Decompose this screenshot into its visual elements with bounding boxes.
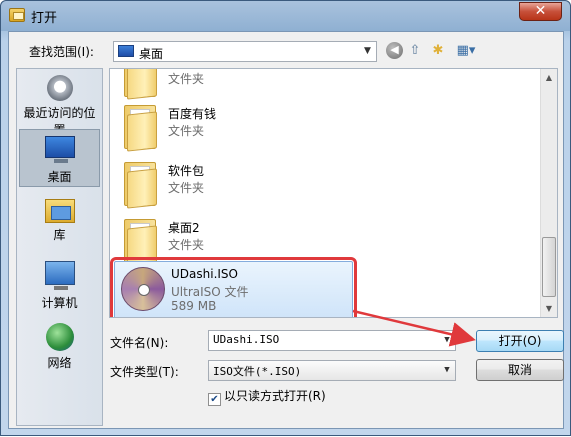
filetype-select[interactable]: ISO文件(*.ISO) ▼ <box>208 360 456 381</box>
filename-label: 文件名(N): <box>110 336 169 350</box>
list-item[interactable]: 文件夹 <box>118 69 354 100</box>
recent-places-icon <box>46 75 73 101</box>
places-bar: 最近访问的位置 桌面 库 计算机 网络 <box>16 68 103 426</box>
file-type: 文件夹 <box>168 181 205 195</box>
filename-field[interactable]: UDashi.ISO ▼ <box>208 330 456 351</box>
place-label: 库 <box>53 228 66 242</box>
title-bar[interactable]: 打开 ✕ <box>1 1 570 31</box>
scroll-thumb[interactable] <box>542 237 556 297</box>
view-menu-icon[interactable]: ▦▾ <box>452 42 480 60</box>
place-label: 计算机 <box>41 296 78 310</box>
dialog-body: 查找范围(I): 桌面 ▼ ◀ ⇧ ✱ ▦▾ 最近访问的位置 桌面 库 <box>8 31 564 429</box>
file-type: UltraISO 文件 <box>171 285 249 299</box>
list-item[interactable]: 软件包 文件夹 <box>118 156 354 209</box>
network-icon <box>45 323 74 351</box>
vertical-scrollbar[interactable]: ▲ ▼ <box>540 69 557 317</box>
place-label: 网络 <box>47 356 72 370</box>
lookin-label: 查找范围(I): <box>29 45 94 59</box>
readonly-checkbox-row[interactable]: ✔ 以只读方式打开(R) <box>208 387 326 406</box>
file-list[interactable]: 文件夹 百度有钱 文件夹 软件包 文件夹 桌面2 文件夹 UDashi.ISO … <box>109 68 558 318</box>
place-label: 桌面 <box>47 170 72 184</box>
up-folder-icon[interactable]: ⇧ <box>406 42 424 60</box>
folder-icon <box>118 69 164 100</box>
selected-list-item[interactable]: UDashi.ISO UltraISO 文件 589 MB <box>110 257 357 317</box>
open-button[interactable]: 打开(O) <box>476 330 564 352</box>
list-item[interactable]: 百度有钱 文件夹 <box>118 99 354 152</box>
folder-icon <box>118 213 164 266</box>
readonly-checkbox[interactable]: ✔ <box>208 393 221 406</box>
dialog-title: 打开 <box>31 11 58 26</box>
filetype-label: 文件类型(T): <box>110 365 179 379</box>
back-icon[interactable]: ◀ <box>386 42 403 59</box>
filetype-value: ISO文件(*.ISO) <box>213 365 302 378</box>
cancel-button[interactable]: 取消 <box>476 359 564 381</box>
file-type: 文件夹 <box>168 238 205 252</box>
folder-icon <box>9 8 25 22</box>
lookin-combo[interactable]: 桌面 ▼ <box>113 41 377 62</box>
file-type: 文件夹 <box>168 72 205 86</box>
chevron-down-icon[interactable]: ▼ <box>439 331 455 350</box>
scroll-up-icon[interactable]: ▲ <box>541 69 557 86</box>
file-name: 软件包 <box>168 164 205 178</box>
chevron-down-icon[interactable]: ▼ <box>359 42 376 61</box>
scroll-down-icon[interactable]: ▼ <box>541 300 557 317</box>
desktop-icon <box>118 45 134 57</box>
chevron-down-icon[interactable]: ▼ <box>439 361 455 380</box>
file-name: UDashi.ISO <box>171 267 238 281</box>
lookin-value: 桌面 <box>139 47 164 61</box>
computer-icon <box>44 261 75 290</box>
libraries-icon <box>44 199 75 223</box>
open-file-dialog: 打开 ✕ 查找范围(I): 桌面 ▼ ◀ ⇧ ✱ ▦▾ 最近访问的位置 桌面 库 <box>0 0 571 436</box>
place-desktop[interactable]: 桌面 <box>19 129 100 187</box>
place-network[interactable]: 网络 <box>19 323 100 371</box>
desktop-icon <box>44 136 75 163</box>
close-button[interactable]: ✕ <box>519 2 562 21</box>
folder-icon <box>118 156 164 209</box>
filename-value: UDashi.ISO <box>213 333 280 346</box>
file-type: 文件夹 <box>168 124 205 138</box>
folder-icon <box>118 99 164 152</box>
readonly-label: 以只读方式打开(R) <box>224 389 326 403</box>
place-computer[interactable]: 计算机 <box>19 261 100 311</box>
file-name: 百度有钱 <box>168 107 217 121</box>
file-size: 589 MB <box>171 299 217 313</box>
iso-disc-icon <box>121 267 165 311</box>
new-folder-icon[interactable]: ✱ <box>429 42 447 60</box>
list-item[interactable]: 桌面2 文件夹 <box>118 213 354 266</box>
file-name: 桌面2 <box>168 221 200 235</box>
place-libraries[interactable]: 库 <box>19 199 100 243</box>
